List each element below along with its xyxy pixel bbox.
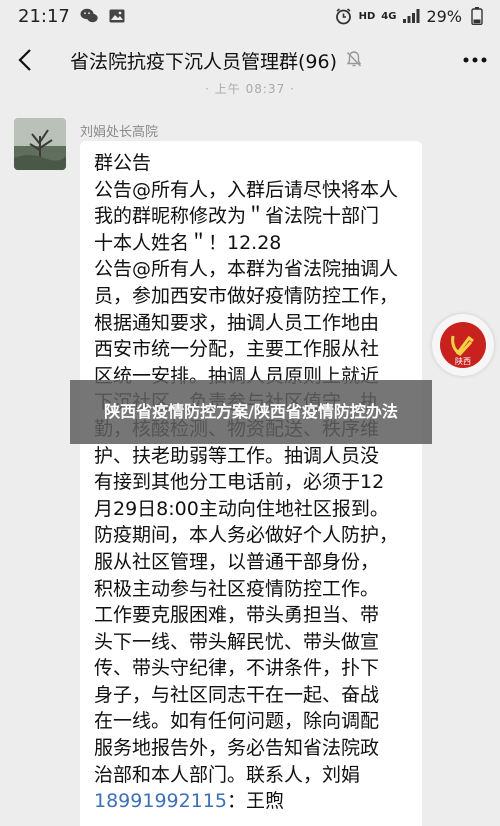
message-line: 我的群昵称修改为＂省法院十部门: [94, 205, 380, 228]
image-notification-icon: [108, 7, 126, 25]
status-time: 21:17: [18, 5, 70, 27]
status-bar: 21:17 HD 4G 29%: [0, 0, 500, 32]
chat-title-area: 省法院抗疫下沉人员管理群(96): [50, 47, 450, 74]
badge-label: 陕西: [455, 356, 471, 366]
message-bubble[interactable]: 群公告公告@所有人，入群后请尽快将本人 我的群昵称修改为＂省法院十部门 十本人姓名＂…: [80, 141, 422, 826]
message-line: 群公告: [94, 152, 152, 174]
status-right: HD 4G 29%: [335, 7, 486, 26]
chevron-left-icon: [18, 49, 31, 71]
status-left: 21:17: [18, 6, 126, 27]
signal-icon: [402, 7, 420, 25]
alarm-icon: [335, 7, 353, 25]
battery-percent: 29%: [426, 6, 462, 26]
battery-icon: [468, 7, 486, 25]
message-line: 护、扶老助弱等工作。抽调人员没: [94, 444, 380, 467]
message-line: 积极主动参与社区疫情防控工作。: [94, 577, 380, 600]
contact-name-suffix: ：王煦: [226, 790, 284, 813]
message-line: 有接到其他分工电话前，必须于12: [94, 471, 385, 494]
watermark-title: 陕西省疫情防控方案/陕西省疫情防控办法: [104, 402, 398, 421]
message-line: 服从社区管理，以普通干部身份，: [94, 550, 380, 573]
more-dots-icon: [463, 57, 487, 63]
watermark-banner: 陕西省疫情防控方案/陕西省疫情防控办法: [70, 380, 432, 444]
message-line: 公告@所有人，入群后请尽快将本人: [94, 178, 399, 201]
mute-bell-icon: [345, 50, 365, 70]
message-line: 根据通知要求，抽调人员工作地由: [94, 311, 380, 334]
message-line: 月29日8:00主动向住地社区报到。: [94, 497, 389, 520]
message-line: 公告@所有人，本群为省法院抽调人: [94, 258, 399, 281]
message-line: 工作要克服困难，带头勇担当、带: [94, 604, 380, 627]
message-time-divider: · 上午 08:37 ·: [205, 82, 295, 96]
message-line: 员，参加西安市做好疫情防控工作，: [94, 284, 399, 307]
message-contact-line: 18991992115：王煦: [94, 788, 414, 815]
phone-number-link[interactable]: 18991992115: [94, 790, 227, 812]
message-line: 在一线。如有任何问题，除向调配: [94, 710, 380, 733]
wechat-icon: [80, 7, 98, 25]
message-line: 防疫期间，本人务必做好个人防护，: [94, 524, 399, 547]
hd-label: HD: [358, 10, 376, 22]
network-type-label: 4G: [381, 10, 397, 22]
message-line: 头下一线、带头解民忧、带头做宣: [94, 630, 380, 653]
chat-title: 省法院抗疫下沉人员管理群(96): [70, 50, 338, 73]
message-line: 传、带头守纪律，不讲条件，扑下: [94, 657, 380, 680]
sender-avatar[interactable]: [14, 118, 66, 170]
message-line: 身子，与社区同志干在一起、奋战: [94, 683, 380, 706]
message-line: 西安市统一分配，主要工作服从社: [94, 338, 380, 361]
sender-name: 刘娟处长高院: [80, 125, 159, 140]
message-line: 服务地报告外，务必告知省法院政: [94, 737, 380, 760]
message-line: 治部和本人部门。联系人，刘娟: [94, 763, 361, 786]
party-emblem-badge[interactable]: 陕西: [432, 314, 494, 376]
message-line: 十本人姓名＂！12.28: [94, 231, 282, 254]
message-text: 群公告公告@所有人，入群后请尽快将本人 我的群昵称修改为＂省法院十部门 十本人姓名＂…: [94, 150, 414, 788]
